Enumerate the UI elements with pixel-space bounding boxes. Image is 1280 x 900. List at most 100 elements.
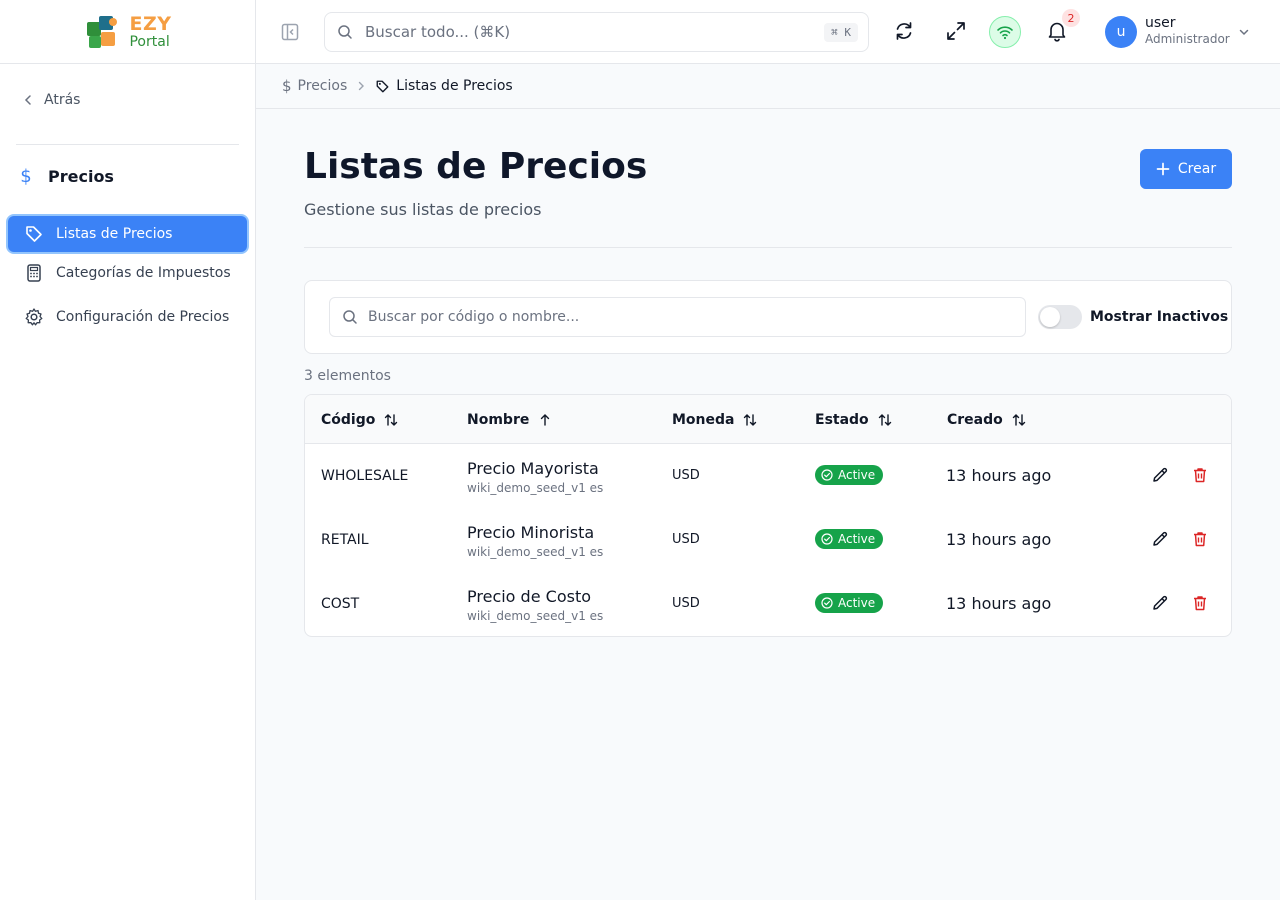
status-label: Active (838, 532, 876, 546)
sidebar-item-label: Categorías de Impuestos (56, 265, 231, 281)
global-search-input[interactable]: Buscar todo... (⌘K) ⌘ K (324, 12, 869, 52)
back-label: Atrás (44, 92, 81, 108)
brand-name-top: EZY (129, 12, 172, 35)
tag-icon (376, 80, 389, 92)
column-header-currency[interactable]: Moneda (672, 412, 758, 428)
cell-name: Precio Mayorista (467, 459, 599, 478)
breadcrumb-item-prices[interactable]: $ Precios (282, 77, 347, 95)
dollar-icon: $ (20, 166, 32, 187)
fullscreen-button[interactable] (945, 20, 967, 42)
tag-icon (26, 226, 42, 242)
column-header-code[interactable]: Código (321, 412, 399, 428)
sort-icon (385, 414, 398, 426)
edit-button[interactable] (1151, 530, 1169, 548)
column-header-name[interactable]: Nombre (467, 412, 553, 428)
table-row[interactable]: RETAIL Precio Minorista wiki_demo_seed_v… (305, 508, 1231, 572)
create-button[interactable]: Crear (1140, 149, 1232, 189)
search-shortcut-hint: ⌘ K (824, 22, 858, 42)
sort-icon (1012, 414, 1025, 426)
column-label: Estado (815, 412, 869, 428)
list-search-input[interactable]: Buscar por código o nombre... (329, 297, 1026, 337)
toggle-knob (1040, 307, 1060, 327)
breadcrumb: $ Precios Listas de Precios (256, 64, 1280, 109)
dollar-icon: $ (282, 77, 292, 95)
table-row[interactable]: COST Precio de Costo wiki_demo_seed_v1 e… (305, 572, 1231, 636)
cell-code: RETAIL (321, 532, 369, 548)
delete-button[interactable] (1191, 466, 1209, 484)
sort-icon (878, 414, 891, 426)
brand-name-bottom: Portal (129, 33, 170, 50)
breadcrumb-parent-label: Precios (297, 78, 348, 94)
delete-button[interactable] (1191, 530, 1209, 548)
cell-name-subtitle: wiki_demo_seed_v1 es (467, 481, 604, 495)
sidebar-divider (16, 144, 239, 145)
pencil-icon (1153, 467, 1168, 482)
sidebar-item-tax-categories[interactable]: Categorías de Impuestos (8, 255, 247, 291)
breadcrumb-item-current: Listas de Precios (375, 78, 513, 94)
filter-card: Buscar por código o nombre... Mostrar In… (304, 280, 1232, 354)
check-circle-icon (821, 533, 833, 545)
user-menu-toggle[interactable] (1238, 26, 1250, 38)
brand-logo[interactable]: EZY Portal (0, 0, 255, 64)
sidebar-item-price-lists[interactable]: Listas de Precios (8, 216, 247, 252)
panel-collapse-icon (281, 23, 299, 41)
column-label: Nombre (467, 412, 530, 428)
global-search-placeholder: Buscar todo... (⌘K) (365, 23, 511, 41)
refresh-icon (896, 22, 912, 40)
delete-button[interactable] (1191, 594, 1209, 612)
user-name: user (1145, 15, 1176, 31)
status-label: Active (838, 596, 876, 610)
cell-created: 13 hours ago (946, 594, 1052, 613)
header-divider (304, 247, 1232, 248)
price-lists-table: Código Nombre Moneda Estado Creado WHOLE… (304, 394, 1232, 637)
logo-icon (87, 15, 118, 48)
sort-icon (744, 414, 757, 426)
search-icon (343, 310, 357, 324)
table-header: Código Nombre Moneda Estado Creado (305, 395, 1231, 444)
cell-code: COST (321, 596, 360, 612)
user-menu[interactable]: user Administrador (1145, 15, 1230, 46)
notification-count-badge: 2 (1062, 9, 1080, 27)
sidebar-toggle-button[interactable] (280, 22, 300, 42)
check-circle-icon (821, 469, 833, 481)
plus-icon (1156, 162, 1170, 176)
create-button-label: Crear (1177, 161, 1217, 177)
calculator-icon (27, 264, 41, 282)
cell-created: 13 hours ago (946, 530, 1052, 549)
expand-icon (947, 22, 965, 40)
avatar[interactable]: u (1105, 16, 1137, 48)
sidebar-item-label: Listas de Precios (56, 226, 173, 242)
column-header-status[interactable]: Estado (815, 412, 893, 428)
cell-created: 13 hours ago (946, 466, 1052, 485)
edit-button[interactable] (1151, 466, 1169, 484)
cell-currency: USD (672, 468, 700, 483)
table-row[interactable]: WHOLESALE Precio Mayorista wiki_demo_see… (305, 444, 1231, 508)
cell-code: WHOLESALE (321, 468, 409, 484)
connection-status-button[interactable] (989, 16, 1021, 48)
refresh-button[interactable] (893, 20, 915, 42)
cell-name: Precio Minorista (467, 523, 595, 542)
status-badge: Active (815, 593, 884, 613)
column-header-created[interactable]: Creado (947, 412, 1027, 428)
trash-icon (1194, 532, 1206, 547)
sidebar-item-label: Configuración de Precios (56, 309, 230, 325)
gear-icon (25, 308, 43, 326)
status-badge: Active (815, 529, 884, 549)
cell-currency: USD (672, 532, 700, 547)
edit-button[interactable] (1151, 594, 1169, 612)
column-label: Moneda (672, 412, 735, 428)
section-title-label: Precios (48, 167, 114, 186)
user-role: Administrador (1145, 31, 1230, 46)
trash-icon (1194, 468, 1206, 483)
chevron-right-icon (359, 81, 365, 91)
show-inactive-label: Mostrar Inactivos (1090, 309, 1229, 325)
chevron-down-icon (1239, 29, 1249, 36)
show-inactive-toggle[interactable] (1038, 305, 1082, 329)
search-icon (338, 25, 352, 39)
breadcrumb-current-label: Listas de Precios (396, 78, 513, 94)
pencil-icon (1153, 531, 1168, 546)
sidebar-item-price-settings[interactable]: Configuración de Precios (8, 299, 247, 335)
back-link[interactable]: Atrás (22, 92, 80, 108)
wifi-icon (997, 26, 1013, 40)
trash-icon (1194, 596, 1206, 611)
